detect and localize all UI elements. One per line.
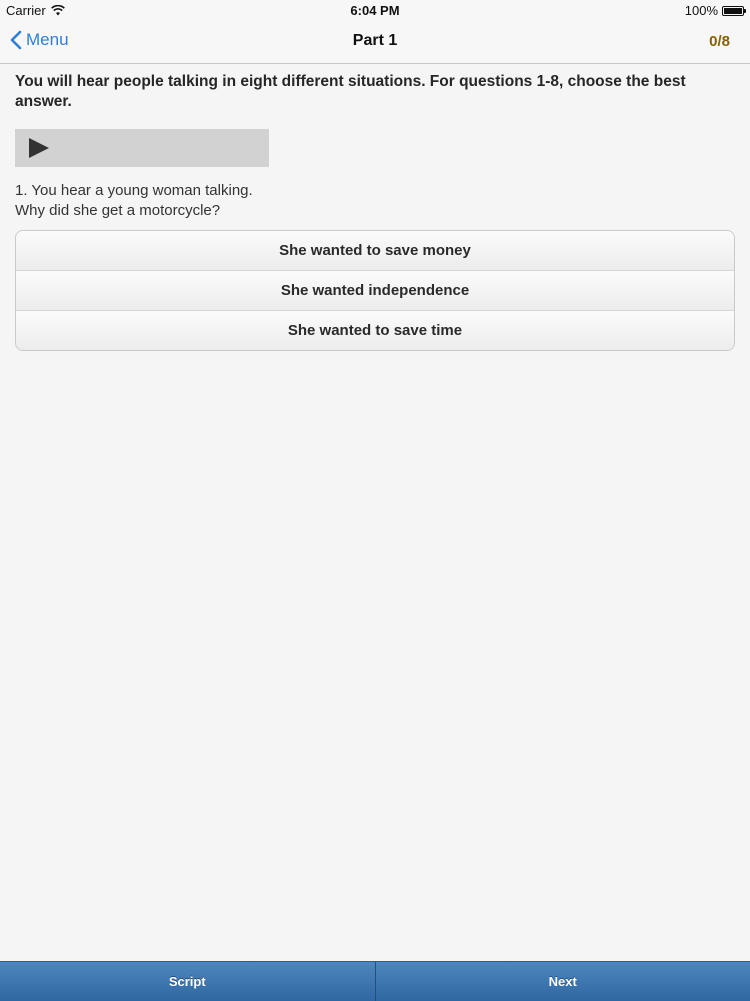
instructions-text: You will hear people talking in eight di… — [15, 72, 735, 112]
navigation-bar: Menu Part 1 0/8 — [0, 22, 750, 64]
battery-status: 100% — [685, 3, 744, 18]
battery-percent: 100% — [685, 3, 718, 18]
status-bar: Carrier 6:04 PM 100% — [0, 0, 750, 22]
clock: 6:04 PM — [0, 3, 750, 18]
answer-option-3[interactable]: She wanted to save time — [16, 311, 734, 350]
battery-icon — [722, 6, 744, 16]
answer-option-2[interactable]: She wanted independence — [16, 271, 734, 311]
answer-options: She wanted to save money She wanted inde… — [15, 230, 735, 351]
question-line-2: Why did she get a motorcycle? — [15, 201, 735, 221]
page-title: Part 1 — [0, 32, 750, 50]
audio-play-button[interactable] — [15, 129, 269, 167]
question-line-1: 1. You hear a young woman talking. — [15, 181, 735, 201]
play-icon — [29, 138, 49, 158]
next-button[interactable]: Next — [375, 962, 750, 1001]
answer-option-1[interactable]: She wanted to save money — [16, 231, 734, 271]
bottom-toolbar: Script Next — [0, 961, 750, 1001]
score-counter: 0/8 — [709, 33, 730, 50]
exercise-content: You will hear people talking in eight di… — [15, 72, 735, 351]
question-text: 1. You hear a young woman talking. Why d… — [15, 181, 735, 221]
script-button[interactable]: Script — [0, 962, 375, 1001]
